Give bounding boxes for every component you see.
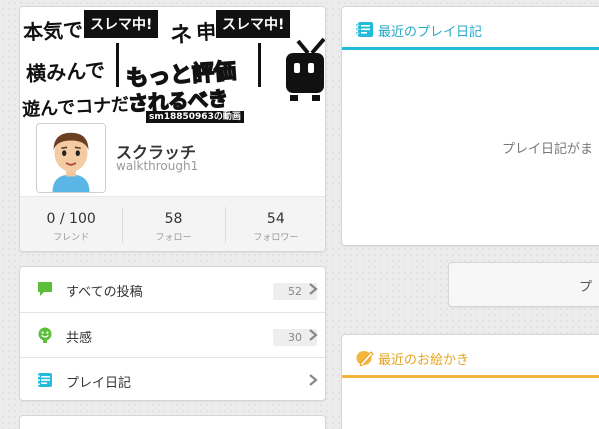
stat-followers-label: フォロワー — [253, 233, 299, 243]
stat-following-label: フォロー — [155, 233, 192, 243]
stat-following[interactable]: 58 フォロー — [122, 197, 224, 251]
stat-following-value: 58 — [164, 211, 183, 227]
speech-bubble-icon — [38, 282, 52, 296]
stat-friends-value: 0 / 100 — [46, 211, 96, 227]
banner-sign-1: スレマ中! — [82, 9, 160, 39]
menu-item-label: 共感 — [66, 331, 93, 346]
banner-text-line-2: 横みんで — [25, 57, 106, 87]
banner-caption: sm18850963の動画 — [146, 111, 244, 123]
profile-stats: 0 / 100 フレンド 58 フォロー 54 フォロワー — [20, 196, 325, 251]
menu-item-play-diary[interactable]: プレイ日記 — [20, 357, 325, 400]
card-header: 最近のプレイ日記 — [342, 7, 599, 50]
niconico-tv-icon — [286, 37, 325, 101]
empty-state-text: プレイ日記がま — [502, 142, 594, 157]
pencil-icon — [356, 351, 374, 366]
profile-banner: 本気で 横みんで 遊んでコナだ スレマ中! スレマ中! ネ 申 もっと評価 され… — [20, 7, 325, 123]
sign-pole — [116, 43, 119, 87]
chevron-right-icon — [309, 374, 318, 386]
chevron-right-icon — [309, 329, 318, 341]
avatar[interactable] — [36, 123, 106, 193]
diary-icon — [356, 22, 373, 37]
menu-item-label: プレイ日記 — [66, 376, 132, 391]
menu-item-all-posts[interactable]: すべての投稿 52 — [20, 267, 325, 312]
stat-followers[interactable]: 54 フォロワー — [224, 197, 325, 251]
banner-text-ne: ネ — [169, 21, 193, 49]
profile-card: 本気で 横みんで 遊んでコナだ スレマ中! スレマ中! ネ 申 もっと評価 され… — [19, 6, 326, 252]
recent-play-diary-card: 最近のプレイ日記 プレイ日記がま — [341, 6, 599, 246]
menu-item-empathy[interactable]: 共感 30 — [20, 312, 325, 357]
card-title: 最近のお絵かき — [378, 353, 470, 368]
banner-text-line-3: 遊んでコナだ — [21, 94, 130, 121]
lower-card — [19, 415, 326, 429]
diary-icon — [37, 373, 52, 387]
more-button[interactable]: プ — [448, 262, 599, 307]
profile-menu: すべての投稿 52 共感 30 プレイ日記 — [19, 266, 326, 401]
card-title: 最近のプレイ日記 — [378, 25, 483, 40]
chevron-right-icon — [309, 283, 318, 295]
stat-friends[interactable]: 0 / 100 フレンド — [20, 197, 122, 251]
smiley-icon — [38, 327, 52, 343]
more-button-label: プ — [579, 280, 593, 295]
mii-avatar-icon — [37, 124, 105, 192]
user-id: walkthrough1 — [116, 159, 199, 173]
banner-sign-2: スレマ中! — [214, 9, 292, 39]
banner-text-shin: 申 — [195, 19, 217, 45]
banner-text-line-1: 本気で — [22, 17, 84, 45]
card-header: 最近のお絵かき — [342, 335, 599, 378]
menu-item-label: すべての投稿 — [66, 285, 143, 300]
stat-friends-label: フレンド — [53, 233, 90, 243]
stat-followers-value: 54 — [266, 211, 285, 227]
recent-drawings-card: 最近のお絵かき — [341, 334, 599, 429]
sign-pole — [258, 43, 261, 87]
